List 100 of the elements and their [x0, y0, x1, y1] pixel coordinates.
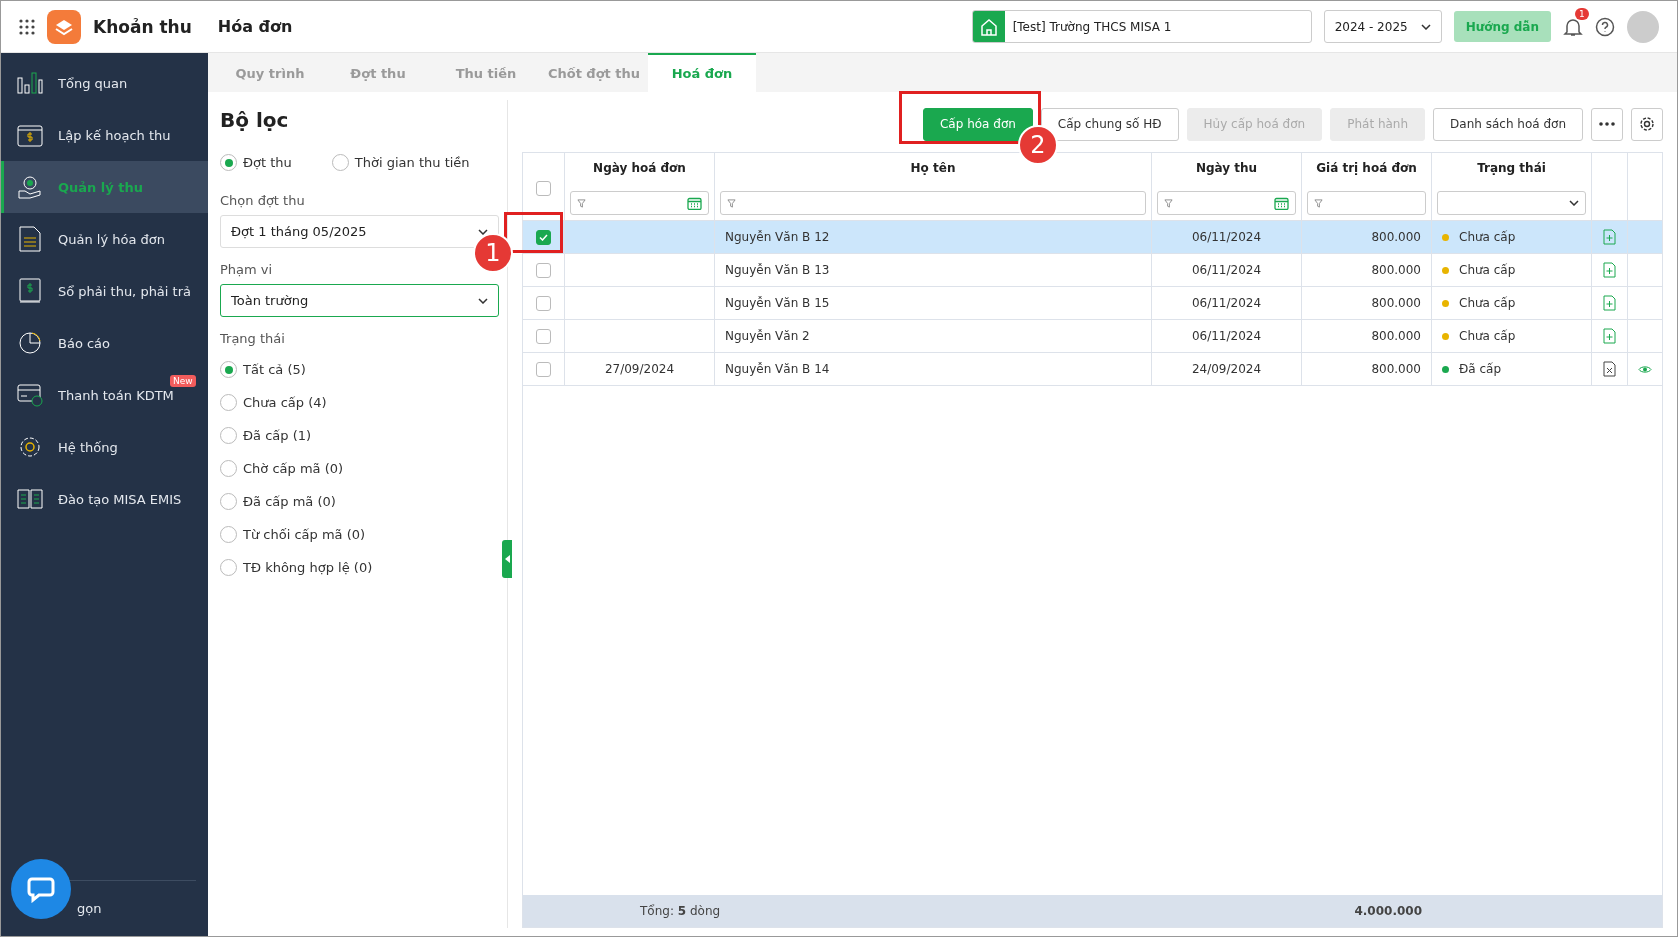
- sidebar-item[interactable]: Đào tạo MISA EMIS: [4, 473, 182, 525]
- document-plus-icon[interactable]: [1603, 295, 1616, 311]
- table-cell: 800.000: [1371, 329, 1421, 343]
- calendar-icon[interactable]: [1274, 196, 1289, 210]
- table-cell: 06/11/2024: [1191, 329, 1262, 343]
- table-cell: Nguyễn Văn B 13: [725, 263, 830, 277]
- settings-icon: [1639, 116, 1655, 132]
- status-label: Chưa cấp: [1459, 263, 1516, 277]
- app-title: Khoản thu: [93, 16, 192, 37]
- radio-option[interactable]: TĐ không hợp lệ (0): [220, 551, 499, 584]
- column-filter-field[interactable]: [1307, 191, 1426, 215]
- document-plus-icon[interactable]: [1603, 328, 1616, 344]
- table-cell: 800.000: [1371, 362, 1421, 376]
- eye-icon[interactable]: [1638, 364, 1652, 374]
- user-avatar[interactable]: [1627, 10, 1659, 43]
- sidebar-item[interactable]: Lập kế hoạch thu: [4, 109, 171, 161]
- chevron-down-icon: [478, 297, 488, 304]
- checkbox[interactable]: [536, 229, 551, 245]
- document-x-icon[interactable]: [1603, 361, 1616, 377]
- radio-option[interactable]: Tất cả (5): [220, 353, 499, 386]
- check-icon: [539, 233, 548, 241]
- table-row[interactable]: 27/09/2024 Nguyễn Văn B 14 24/09/2024 800.000 Đã cấp: [523, 353, 1662, 386]
- filter-icon: [577, 198, 586, 208]
- table-row[interactable]: Nguyễn Văn B 12 06/11/2024 800.000 Chưa cấp: [523, 221, 1662, 254]
- chevron-down-icon: [478, 228, 488, 235]
- sidebar-item[interactable]: Sổ phải thu, phải trả: [4, 265, 191, 317]
- filter-title: Bộ lọc: [220, 108, 290, 132]
- status-label: Chưa cấp: [1459, 329, 1516, 343]
- scope-select[interactable]: Toàn trường: [220, 284, 499, 317]
- bell-icon[interactable]: [1563, 16, 1583, 37]
- table-cell: 06/11/2024: [1191, 296, 1262, 310]
- radio-option[interactable]: Từ chối cấp mã (0): [220, 518, 499, 551]
- radio-option[interactable]: Đã cấp (1): [220, 419, 499, 452]
- settings-button[interactable]: [1631, 107, 1663, 141]
- sidebar-item[interactable]: Tổng quan: [4, 57, 128, 109]
- chart-icon: [16, 72, 44, 94]
- radio-option[interactable]: Chờ cấp mã (0): [220, 452, 499, 485]
- checkbox[interactable]: [536, 328, 551, 344]
- calendar-icon[interactable]: [687, 196, 702, 210]
- page-title: Hóa đơn: [217, 17, 294, 36]
- ledger-icon: [16, 278, 44, 304]
- table-cell: 06/11/2024: [1191, 230, 1262, 244]
- table-cell: Nguyễn Văn B 15: [725, 296, 830, 310]
- radio-option[interactable]: Thời gian thu tiền: [331, 146, 470, 179]
- notification-badge: 1: [1575, 7, 1589, 20]
- table-row[interactable]: Nguyễn Văn B 15 06/11/2024 800.000 Chưa cấp: [523, 287, 1662, 320]
- table-cell: 06/11/2024: [1191, 263, 1262, 277]
- card-icon: [16, 383, 44, 407]
- sidebar-item[interactable]: Quản lý hóa đơn: [4, 213, 165, 265]
- toolbar-button[interactable]: Danh sách hoá đơn: [1433, 107, 1583, 141]
- table-cell: 800.000: [1371, 230, 1421, 244]
- radio-option[interactable]: Chưa cấp (4): [220, 386, 499, 419]
- chat-icon: [27, 875, 55, 903]
- chevron-down-icon: [1420, 23, 1431, 30]
- column-header: Họ tên: [909, 161, 957, 175]
- field-label: Phạm vi: [220, 262, 274, 277]
- collapse-button[interactable]: gọn: [77, 901, 102, 916]
- status-label: Đã cấp: [1459, 362, 1502, 376]
- checkbox[interactable]: [536, 361, 551, 377]
- table-cell: 24/09/2024: [1191, 362, 1262, 376]
- table-cell: Nguyễn Văn B 14: [725, 362, 830, 376]
- book-icon: [16, 488, 44, 510]
- column-header: Ngày hoá đơn: [592, 161, 687, 175]
- column-filter-field[interactable]: [1157, 191, 1296, 215]
- document-plus-icon[interactable]: [1603, 229, 1616, 245]
- new-badge: New: [170, 375, 196, 387]
- apps-menu-icon[interactable]: [19, 18, 35, 35]
- filter-icon: [1314, 198, 1323, 208]
- year-select[interactable]: 2024 - 2025: [1323, 10, 1442, 43]
- status-label: Chưa cấp: [1459, 230, 1516, 244]
- hand-coin-icon: [16, 175, 44, 199]
- help-icon[interactable]: [1595, 16, 1615, 37]
- sidebar-item[interactable]: Hệ thống: [4, 421, 118, 473]
- table-cell: 27/09/2024: [604, 362, 675, 376]
- column-filter-field[interactable]: [570, 191, 709, 215]
- field-label: Trạng thái: [220, 331, 286, 346]
- checkbox[interactable]: [536, 180, 551, 196]
- column-filter-field[interactable]: [720, 191, 1146, 215]
- checkbox[interactable]: [536, 295, 551, 311]
- table-cell: 800.000: [1371, 296, 1421, 310]
- more-button[interactable]: [1591, 107, 1623, 141]
- column-header: Trạng thái: [1476, 161, 1547, 175]
- collapse-handle[interactable]: [502, 540, 512, 578]
- checkbox[interactable]: [536, 262, 551, 278]
- document-plus-icon[interactable]: [1603, 262, 1616, 278]
- table-cell: 800.000: [1371, 263, 1421, 277]
- table-row[interactable]: Nguyễn Văn 2 06/11/2024 800.000 Chưa cấp: [523, 320, 1662, 353]
- document-icon: [16, 226, 44, 252]
- table-row[interactable]: Nguyễn Văn B 13 06/11/2024 800.000 Chưa cấp: [523, 254, 1662, 287]
- sidebar-item[interactable]: Báo cáo: [4, 317, 111, 369]
- radio-option[interactable]: Đợt thu: [220, 146, 292, 179]
- school-selector[interactable]: [Test] Trường THCS MISA 1: [971, 10, 1312, 43]
- more-icon: [1599, 122, 1615, 126]
- filter-icon: [1164, 198, 1173, 208]
- pie-chart-icon: [16, 331, 44, 355]
- table-cell: Nguyễn Văn B 12: [725, 230, 830, 244]
- total-value: 4.000.000: [1353, 904, 1423, 918]
- column-filter-field[interactable]: [1437, 191, 1586, 215]
- radio-option[interactable]: Đã cấp mã (0): [220, 485, 499, 518]
- field-label: Chọn đợt thu: [220, 193, 306, 208]
